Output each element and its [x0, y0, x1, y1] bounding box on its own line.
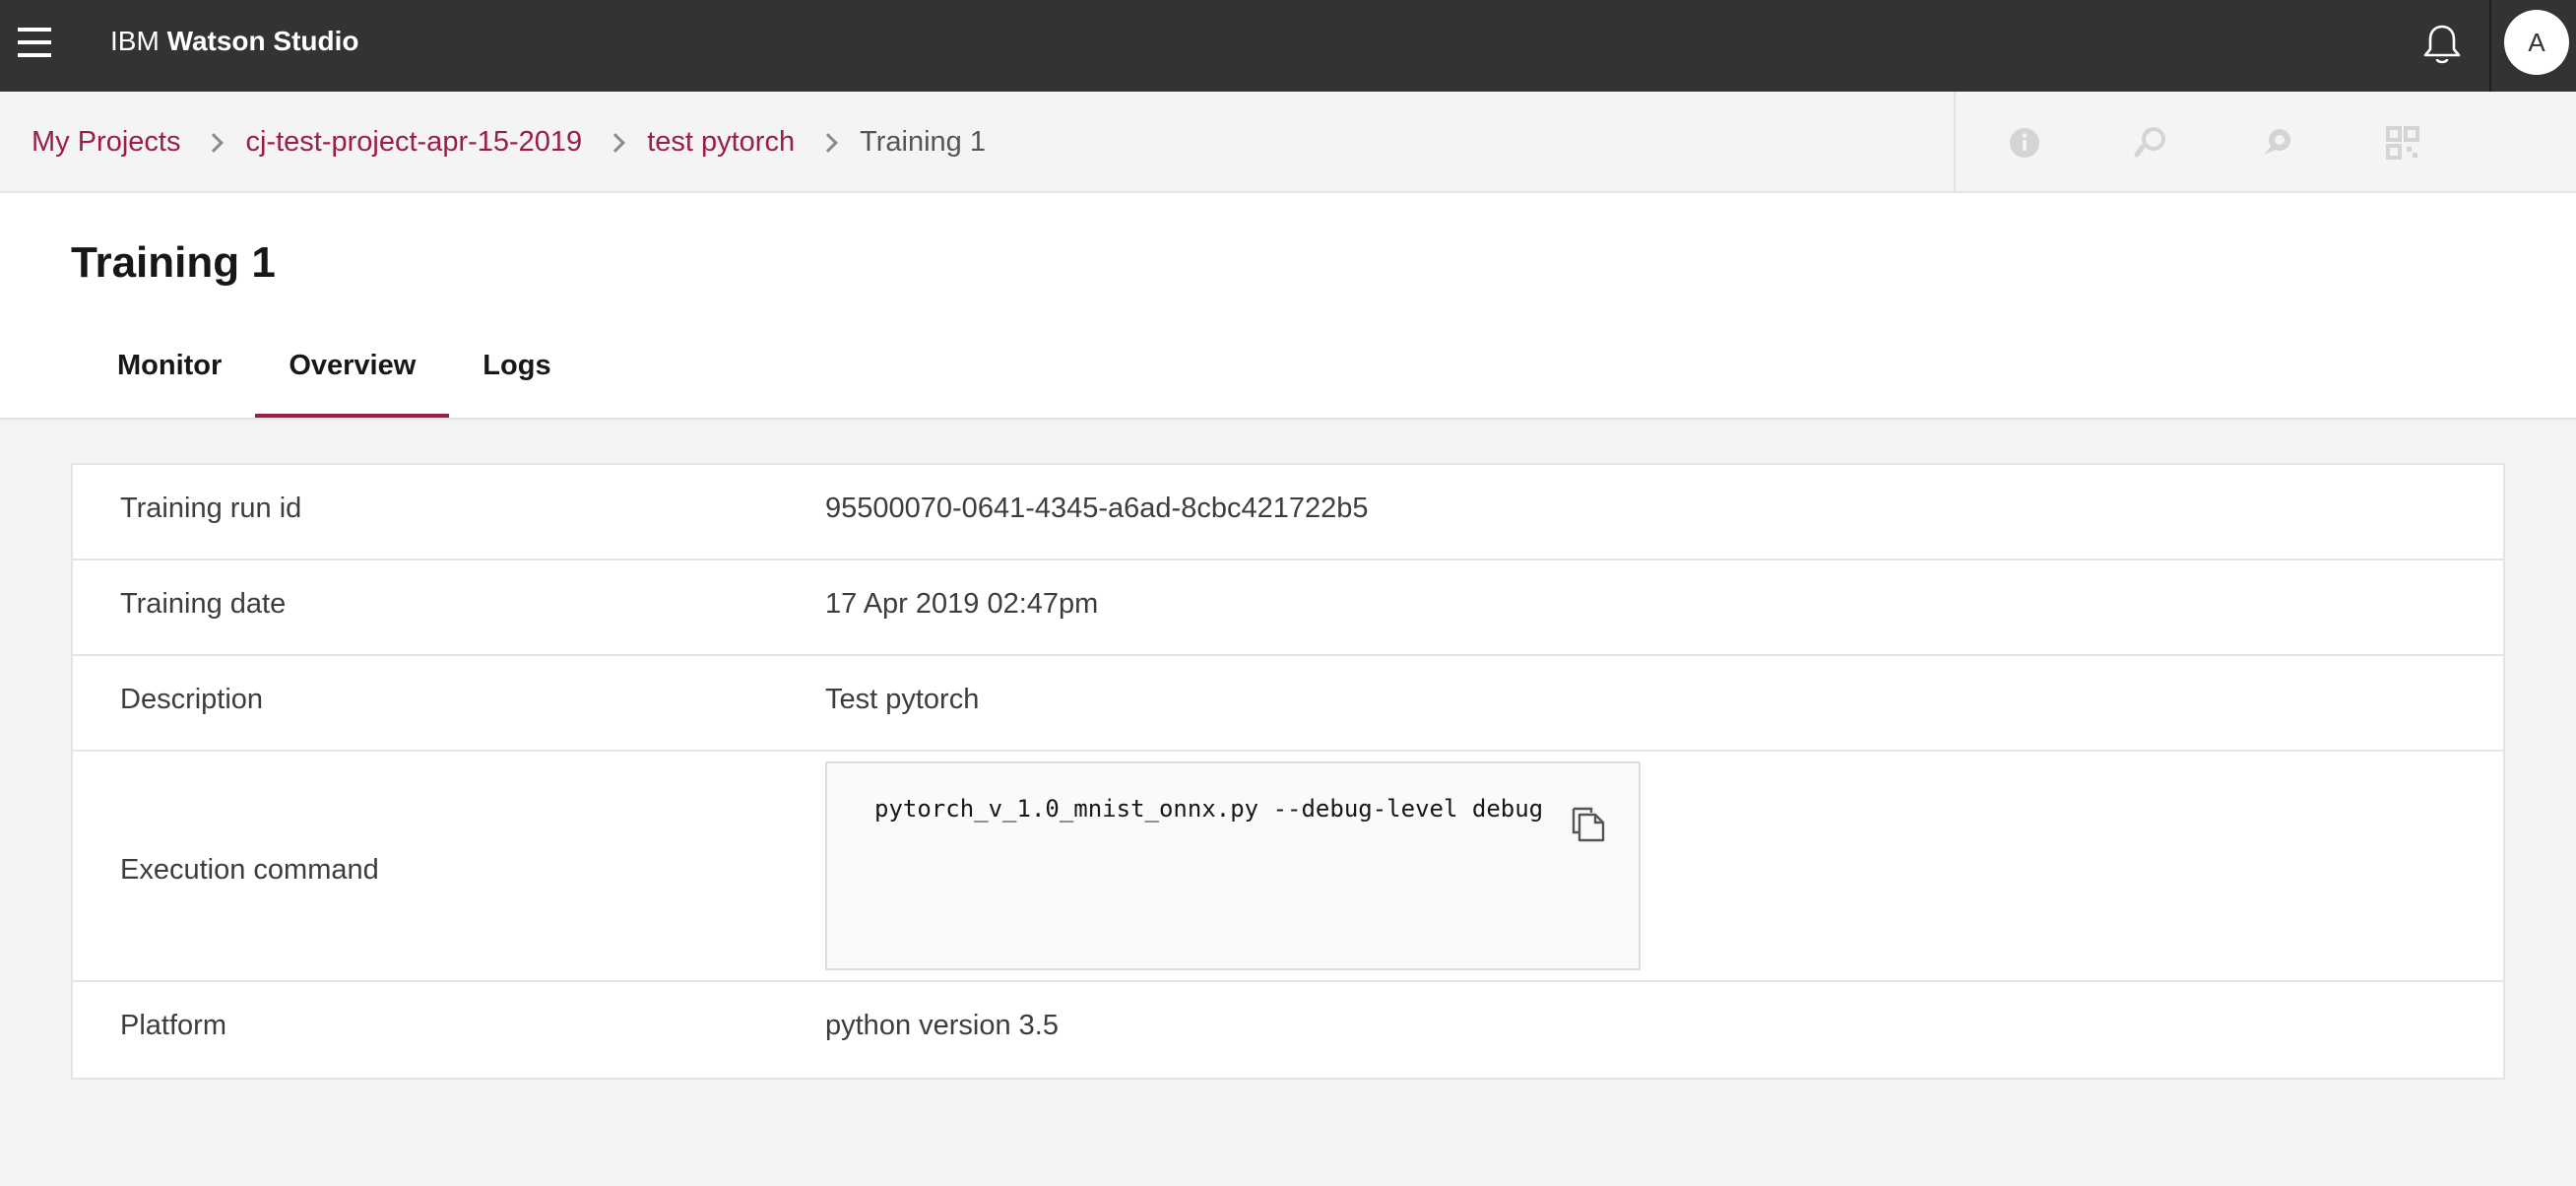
header-actions [1954, 92, 2576, 193]
brand-prefix: IBM [110, 26, 160, 56]
run-id-label: Training run id [120, 493, 302, 524]
execution-command-code-block: pytorch_v_1.0_mnist_onnx.py --debug-leve… [825, 761, 1641, 970]
brand-name: Watson Studio [166, 26, 359, 56]
training-date-label: Training date [120, 588, 287, 620]
tab-logs[interactable]: Logs [449, 331, 584, 418]
chevron-right-icon [582, 131, 647, 155]
execution-command-value[interactable]: pytorch_v_1.0_mnist_onnx.py --debug-leve… [874, 795, 1543, 823]
breadcrumb-current: Training 1 [860, 126, 986, 158]
tab-overview[interactable]: Overview [255, 331, 450, 418]
description-label: Description [120, 684, 264, 715]
page-header: Training 1 Monitor Overview Logs [0, 193, 2576, 420]
hamburger-menu-icon[interactable] [18, 28, 53, 57]
info-icon[interactable] [2003, 121, 2046, 165]
platform-label: Platform [120, 1010, 226, 1041]
page-title: Training 1 [71, 238, 276, 287]
breadcrumb-my-projects[interactable]: My Projects [32, 126, 180, 159]
tab-monitor[interactable]: Monitor [84, 331, 255, 418]
run-id-value: 95500070-0641-4345-a6ad-8cbc421722b5 [825, 493, 1369, 524]
app-brand[interactable]: IBM Watson Studio [110, 26, 359, 57]
chat-icon[interactable] [2255, 121, 2298, 165]
tab-bar: Monitor Overview Logs [84, 331, 585, 420]
top-bar: IBM Watson Studio A [0, 0, 2576, 92]
topbar-divider [2489, 0, 2491, 92]
training-date-value: 17 Apr 2019 02:47pm [825, 588, 1099, 620]
breadcrumb-project[interactable]: cj-test-project-apr-15-2019 [245, 126, 582, 159]
chevron-right-icon [795, 131, 860, 155]
detail-row-platform: Platform python version 3.5 [73, 982, 2503, 1078]
copy-icon[interactable] [1568, 803, 1609, 844]
refresh-search-icon[interactable] [2129, 121, 2172, 165]
breadcrumb-bar: My Projects cj-test-project-apr-15-2019 … [0, 92, 2576, 193]
platform-value: python version 3.5 [825, 1010, 1059, 1041]
description-value: Test pytorch [825, 684, 980, 715]
detail-row-execution-command: Execution command pytorch_v_1.0_mnist_on… [73, 752, 2503, 982]
grid-qr-icon[interactable] [2381, 121, 2424, 165]
breadcrumb: My Projects cj-test-project-apr-15-2019 … [32, 92, 986, 193]
execution-command-label: Execution command [120, 854, 379, 886]
detail-row-run-id: Training run id 95500070-0641-4345-a6ad-… [73, 465, 2503, 560]
user-avatar[interactable]: A [2504, 10, 2569, 75]
notification-bell-icon[interactable] [2420, 22, 2464, 67]
overview-details-table: Training run id 95500070-0641-4345-a6ad-… [71, 463, 2505, 1080]
breadcrumb-experiment[interactable]: test pytorch [647, 126, 795, 159]
detail-row-training-date: Training date 17 Apr 2019 02:47pm [73, 560, 2503, 656]
chevron-right-icon [180, 131, 245, 155]
detail-row-description: Description Test pytorch [73, 656, 2503, 752]
